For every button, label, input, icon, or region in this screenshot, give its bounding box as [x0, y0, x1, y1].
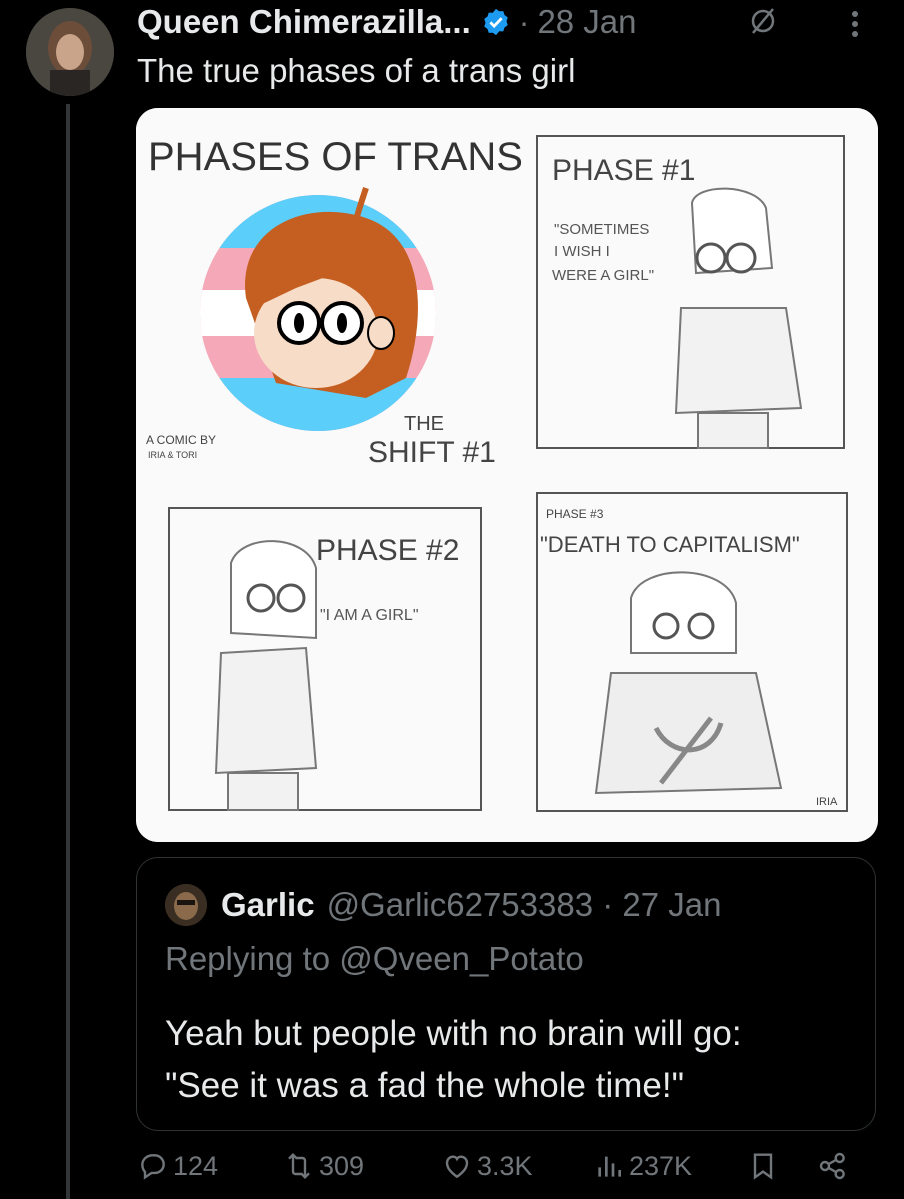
quote-body-line2: "See it was a fad the whole time!": [165, 1066, 685, 1105]
phase1-quote-2: I WISH I: [554, 243, 610, 260]
quote-author-name[interactable]: Garlic: [221, 886, 315, 924]
author-avatar[interactable]: [26, 8, 114, 96]
share-icon: [819, 1152, 845, 1180]
mute-icon[interactable]: [748, 6, 778, 36]
reply-icon: [141, 1154, 165, 1180]
like-button[interactable]: 3.3K: [441, 1150, 533, 1182]
credit-line1: A COMIC BY: [146, 433, 216, 447]
views-count: 237K: [629, 1150, 693, 1181]
phase1-quote-3: WERE A GIRL": [552, 267, 654, 284]
shift-line2: SHIFT #1: [368, 436, 496, 469]
credit-line2: IRIA & TORI: [148, 450, 197, 460]
verified-badge-icon: [484, 8, 508, 36]
repost-icon: [288, 1152, 310, 1180]
quote-body: Yeah but people with no brain will go: "…: [165, 1008, 742, 1112]
comic-signature: IRIA: [816, 796, 838, 808]
replying-to: Replying to @Qveen_Potato: [165, 940, 584, 977]
quoted-tweet[interactable]: Garlic @Garlic62753383 · 27 Jan Replying…: [136, 857, 876, 1131]
like-count: 3.3K: [477, 1150, 533, 1181]
like-icon: [445, 1155, 469, 1179]
quote-header: Garlic @Garlic62753383 · 27 Jan: [165, 884, 721, 926]
phase1-quote-1: "SOMETIMES: [554, 221, 649, 238]
reply-button[interactable]: 124: [137, 1150, 218, 1182]
thread-line: [66, 104, 70, 1199]
views-icon: [598, 1156, 621, 1177]
repost-count: 309: [319, 1150, 365, 1181]
author-name[interactable]: Queen Chimerazilla...: [137, 3, 471, 41]
phase2-quote: "I AM A GIRL": [320, 607, 419, 624]
views-button[interactable]: 237K: [593, 1150, 692, 1182]
tweet-text: The true phases of a trans girl: [137, 52, 576, 89]
bookmark-icon: [753, 1153, 773, 1180]
reply-count: 124: [173, 1150, 219, 1181]
repost-button[interactable]: 309: [283, 1150, 364, 1182]
comic-title: PHASES OF TRANS: [148, 135, 523, 179]
phase2-title: PHASE #2: [316, 534, 459, 567]
quote-avatar[interactable]: [165, 884, 207, 926]
phase3-quote: "DEATH TO CAPITALISM": [540, 532, 800, 557]
more-icon[interactable]: [842, 6, 868, 42]
phase3-title: PHASE #3: [546, 507, 604, 521]
action-bar: 124 309 3.3K 237K: [137, 1150, 877, 1198]
quote-body-line1: Yeah but people with no brain will go:: [165, 1014, 742, 1053]
bookmark-button[interactable]: [747, 1150, 783, 1182]
phase1-title: PHASE #1: [552, 154, 695, 187]
tweet-date[interactable]: 28 Jan: [537, 3, 636, 41]
share-button[interactable]: [817, 1150, 853, 1182]
separator: ·: [518, 3, 530, 40]
shift-line1: THE: [404, 413, 444, 435]
tweet-image[interactable]: PHASES OF TRANS A COMIC BY IRIA & TORI T…: [136, 108, 878, 842]
quote-handle-date: @Garlic62753383 · 27 Jan: [326, 886, 722, 923]
tweet-header: Queen Chimerazilla... · 28 Jan: [137, 0, 637, 44]
